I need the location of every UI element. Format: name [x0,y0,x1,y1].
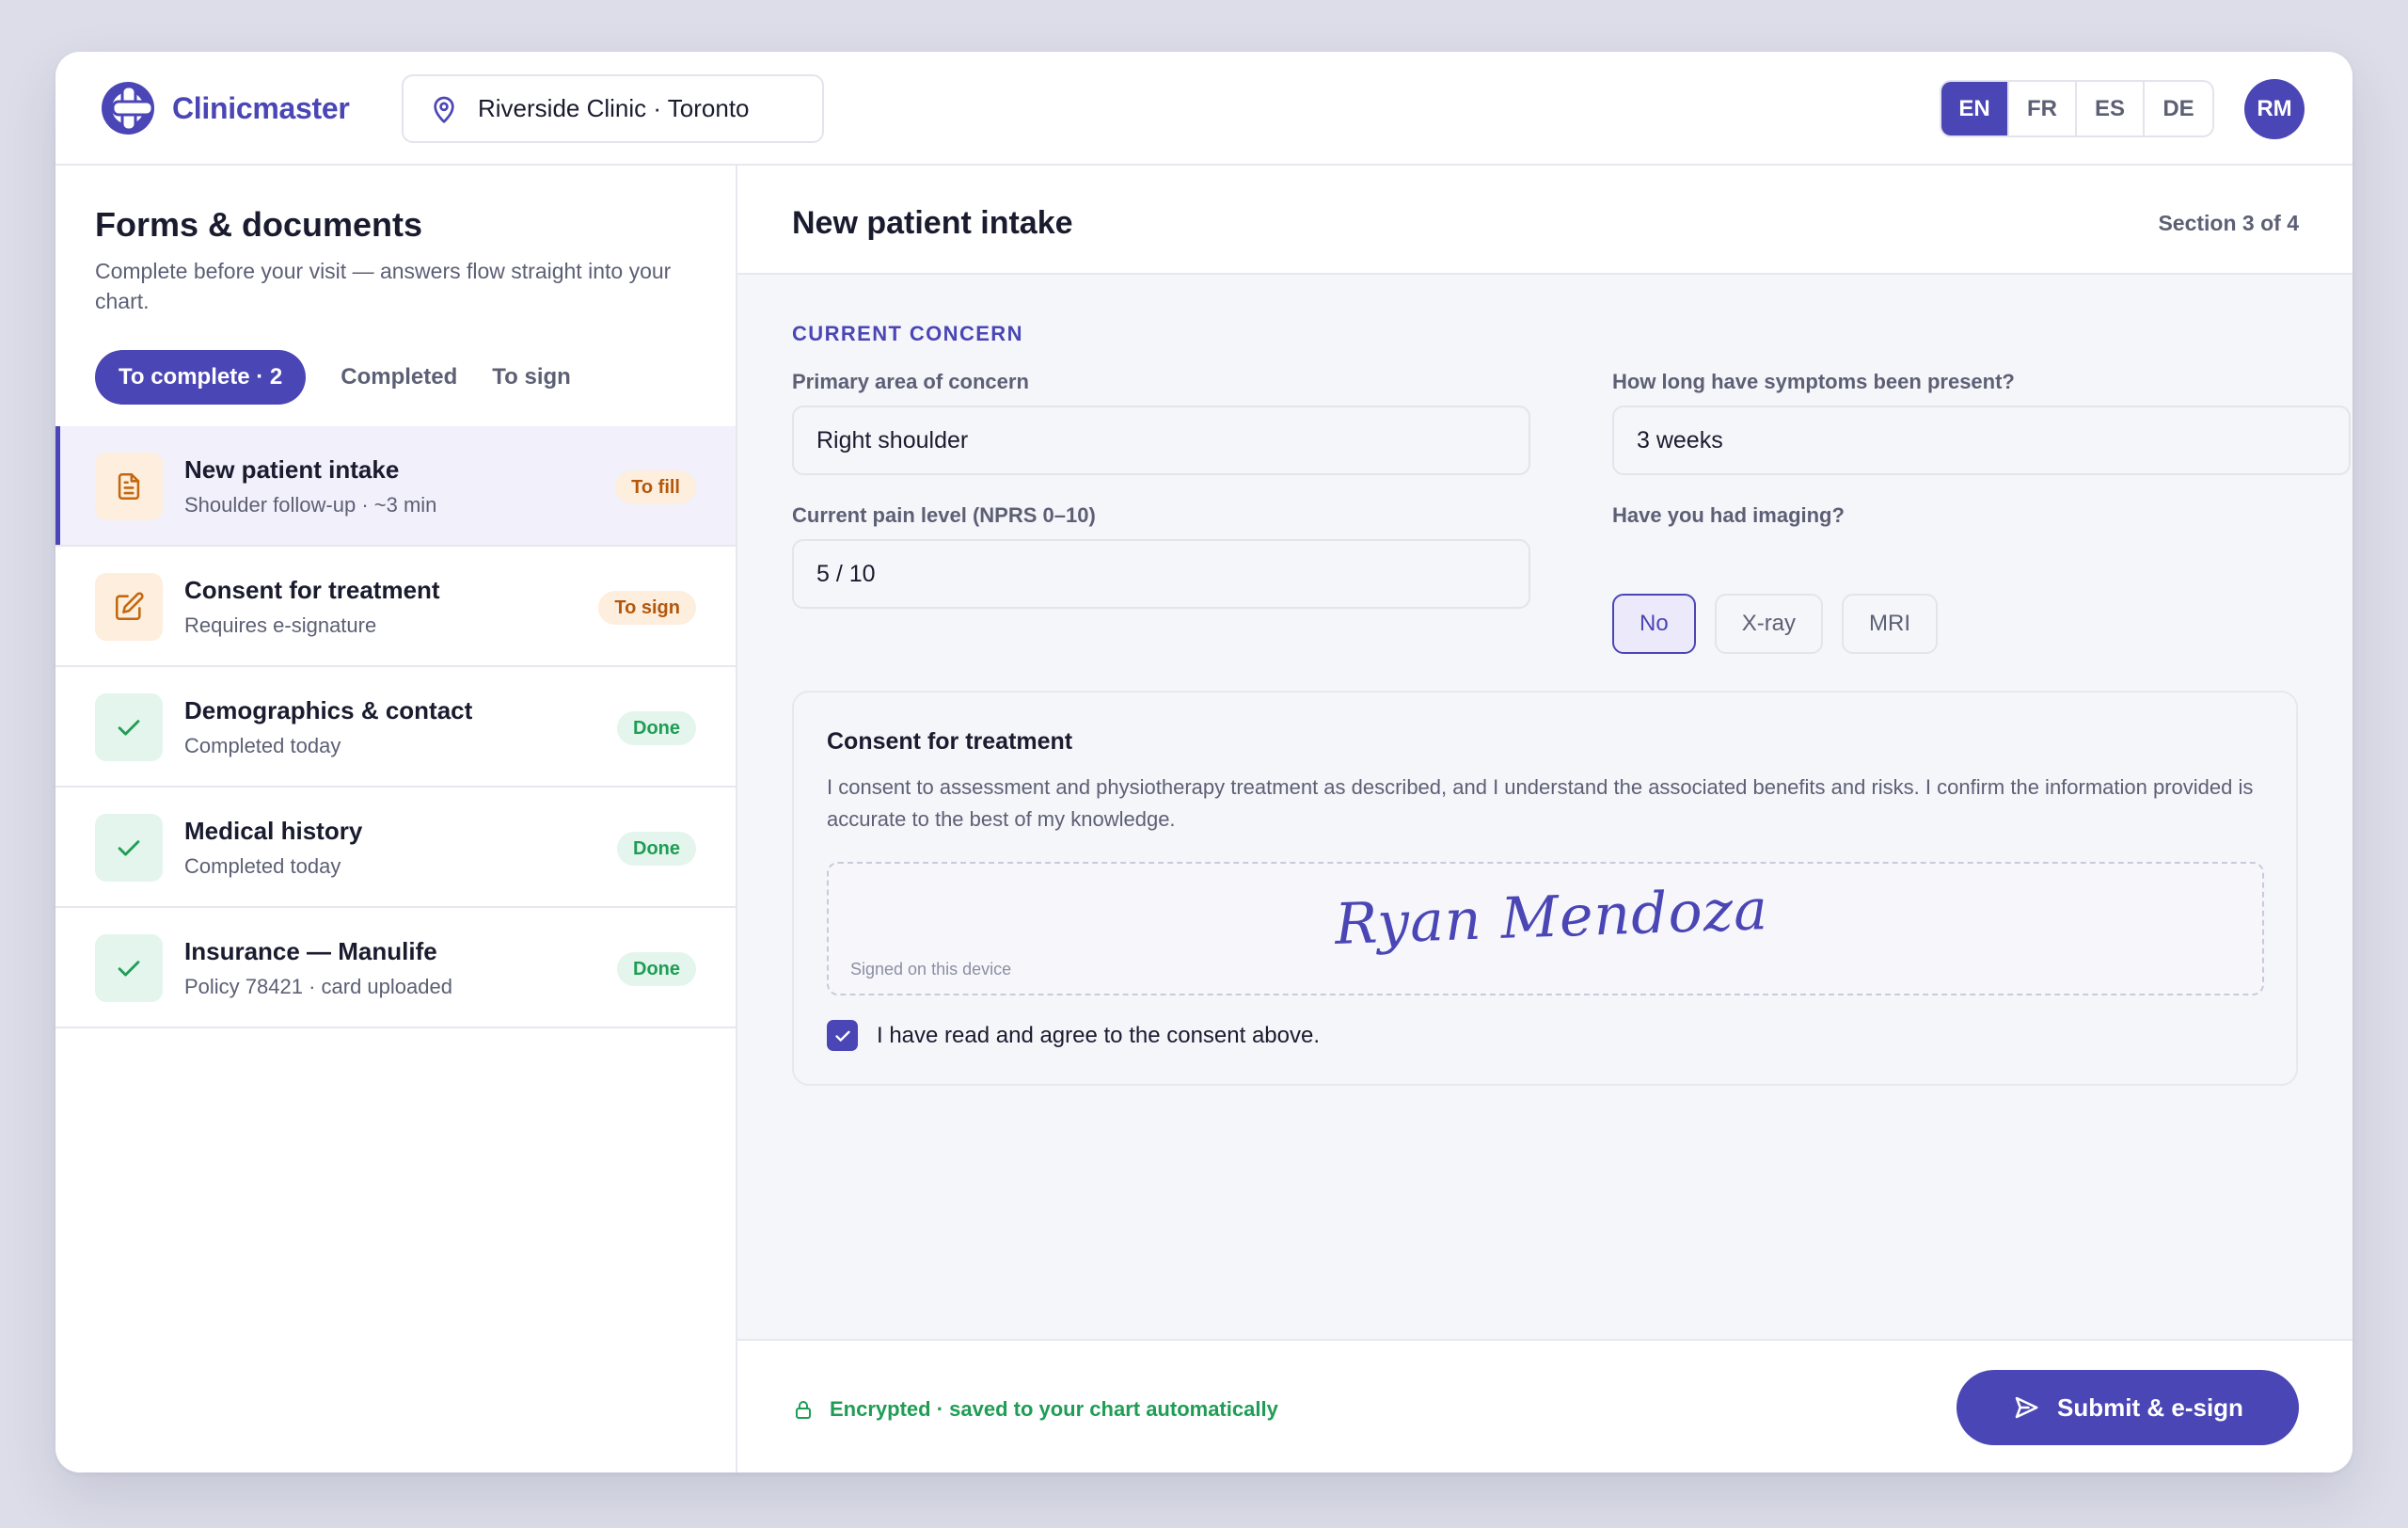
language-es-button[interactable]: ES [2077,82,2145,135]
check-icon-wrap [95,693,163,761]
status-badge: To fill [615,470,696,504]
primary-area-input[interactable]: Right shoulder [792,406,1530,475]
language-de-button[interactable]: DE [2145,82,2212,135]
document-list: New patient intake Shoulder follow-up · … [55,426,736,1028]
pain-level-label: Current pain level (NPRS 0–10) [792,503,1096,527]
consent-agreement[interactable]: I have read and agree to the consent abo… [827,1020,1320,1051]
security-note: Encrypted · saved to your chart automati… [792,1397,1278,1422]
sidebar-title: Forms & documents [95,205,423,244]
document-icon-wrap [95,453,163,520]
form-panel: New patient intake Section 3 of 4 CURREN… [737,166,2353,1472]
user-avatar[interactable]: RM [2244,79,2305,139]
tab-completed[interactable]: Completed [341,364,457,390]
document-meta: Completed today [184,854,341,878]
submit-label: Submit & e-sign [2057,1393,2243,1422]
tab-to-sign[interactable]: To sign [492,364,571,390]
status-badge: To sign [598,591,696,625]
language-en-button[interactable]: EN [1941,82,2009,135]
status-badge: Done [617,952,696,986]
signature-note: Signed on this device [850,960,1012,979]
imaging-label: Have you had imaging? [1612,503,1845,527]
brand[interactable]: Clinicmaster [100,80,350,136]
document-title: Insurance — Manulife [184,937,437,965]
consent-title: Consent for treatment [827,728,1073,755]
brand-name: Clinicmaster [172,90,350,125]
submit-esign-button[interactable]: Submit & e-sign [1956,1370,2299,1445]
section-label: CURRENT CONCERN [792,322,1023,345]
document-meta: Policy 78421 · card uploaded [184,975,452,998]
form-header: New patient intake Section 3 of 4 [737,166,2353,275]
document-title: Consent for treatment [184,576,440,604]
language-switcher: EN FR ES DE [1940,80,2214,137]
signature-pad[interactable]: Ryan Mendoza Signed on this device [827,862,2264,995]
map-pin-icon [434,96,454,123]
imaging-option-mri[interactable]: MRI [1842,594,1939,654]
imaging-option-xray[interactable]: X-ray [1714,594,1824,654]
status-badge: Done [617,832,696,866]
imaging-option-no[interactable]: No [1612,594,1696,654]
duration-input[interactable]: 3 weeks [1612,406,2351,475]
checkmark-icon [834,1030,850,1042]
security-text: Encrypted · saved to your chart automati… [830,1397,1278,1421]
location-selector[interactable]: Riverside Clinic · Toronto [402,74,824,143]
document-item-demographics[interactable]: Demographics & contact Completed today D… [55,667,736,788]
document-item-insurance[interactable]: Insurance — Manulife Policy 78421 · card… [55,908,736,1028]
check-icon [118,840,140,856]
location-label: Riverside Clinic · Toronto [478,94,750,122]
signature: Ryan Mendoza [1333,876,1770,959]
clinic-cross-logo-icon [102,82,154,135]
edit-icon-wrap [95,573,163,641]
send-icon [2015,1396,2038,1419]
primary-area-label: Primary area of concern [792,370,1029,393]
document-meta: Requires e-signature [184,613,377,637]
pain-level-input[interactable]: 5 / 10 [792,539,1530,609]
agree-label: I have read and agree to the consent abo… [877,1022,1321,1048]
document-title: Medical history [184,817,363,845]
form-title: New patient intake [792,205,1073,241]
check-icon-wrap [95,814,163,882]
imaging-options: No X-ray MRI [1612,594,1956,654]
document-title: New patient intake [184,455,400,484]
document-meta: Completed today [184,734,341,757]
edit-icon [115,592,144,621]
tab-to-complete[interactable]: To complete · 2 [95,350,307,405]
app-window: Clinicmaster Riverside Clinic · Toronto … [55,52,2353,1472]
form-footer: Encrypted · saved to your chart automati… [737,1339,2353,1472]
document-title: Demographics & contact [184,696,473,724]
document-meta: Shoulder follow-up · ~3 min [184,493,437,517]
top-bar: Clinicmaster Riverside Clinic · Toronto … [55,52,2353,166]
duration-label: How long have symptoms been present? [1612,370,2015,393]
check-icon-wrap [95,934,163,1002]
document-item-medical-history[interactable]: Medical history Completed today Done [55,788,736,908]
status-badge: Done [617,711,696,745]
language-fr-button[interactable]: FR [2009,82,2077,135]
document-item-consent[interactable]: Consent for treatment Requires e-signatu… [55,547,736,667]
section-indicator: Section 3 of 4 [2158,211,2299,235]
document-icon [118,472,140,501]
consent-text: I consent to assessment and physiotherap… [827,775,2254,831]
consent-card: Consent for treatment I consent to asses… [792,691,2298,1086]
document-item-new-patient-intake[interactable]: New patient intake Shoulder follow-up · … [55,426,736,547]
lock-icon [796,1401,811,1419]
document-tabs: To complete · 2 Completed To sign [95,350,606,405]
check-icon [118,961,140,977]
agree-checkbox[interactable] [827,1020,858,1051]
sidebar-subtitle: Complete before your visit — answers flo… [95,259,672,313]
sidebar: Forms & documents Complete before your v… [55,166,737,1472]
check-icon [118,720,140,736]
